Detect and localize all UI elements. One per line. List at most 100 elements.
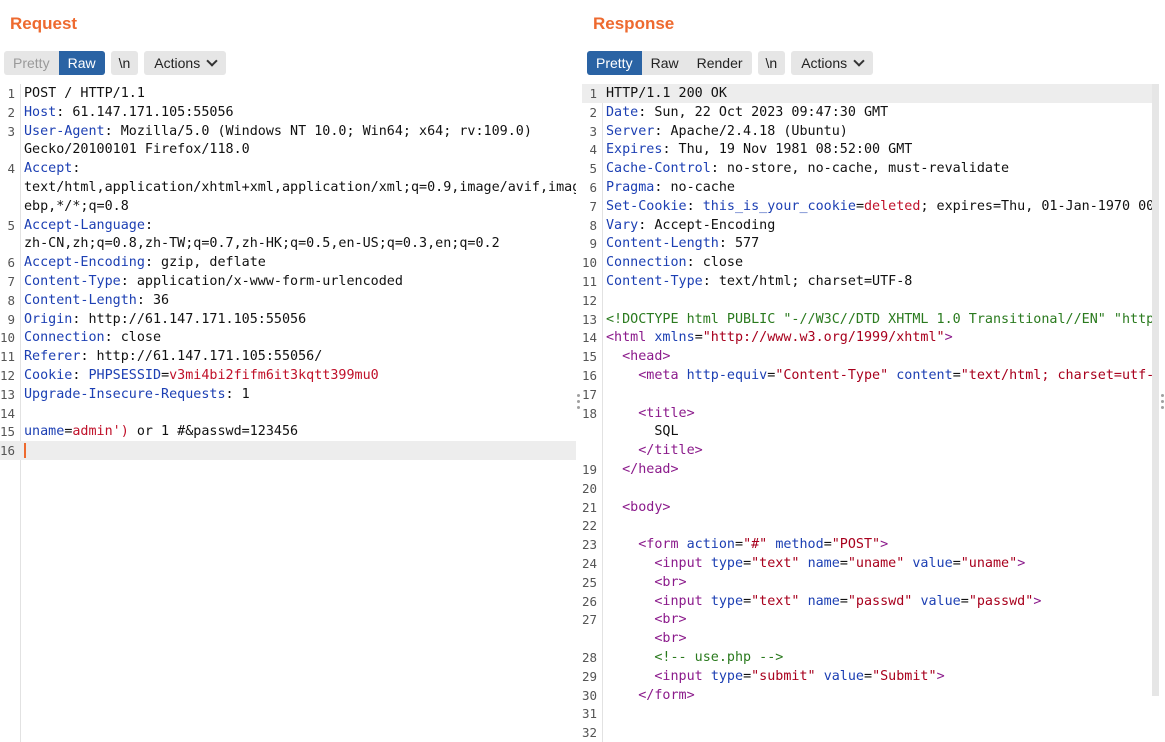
response-code-line: 17 <box>582 385 1152 404</box>
line-number: 26 <box>582 593 598 609</box>
code-token: </form> <box>638 687 695 703</box>
code-token: : <box>686 198 703 214</box>
line-number: 27 <box>582 612 598 628</box>
line-number: 7 <box>589 198 597 214</box>
response-code-line: 23 <form action="#" method="POST"> <box>582 535 1152 554</box>
code-token: = <box>735 537 744 553</box>
line-number: 9 <box>7 311 15 327</box>
code-token: "submit" <box>751 668 816 684</box>
code-token: = <box>743 556 752 571</box>
code-token: Accept-Encoding <box>24 255 145 271</box>
line-number: 6 <box>7 255 15 271</box>
response-code-line: 10 Connection: close <box>582 253 1152 272</box>
line-content: zh-CN,zh;q=0.8,zh-TW;q=0.7,zh-HK;q=0.5,e… <box>24 234 576 253</box>
line-number: 15 <box>0 424 16 440</box>
line-number: 8 <box>589 217 597 233</box>
code-token: deleted <box>864 198 921 214</box>
response-actions-button[interactable]: Actions <box>791 51 874 75</box>
code-token: > <box>1017 556 1026 571</box>
line-number: 10 <box>0 330 16 346</box>
request-code-line: Gecko/20100101 Firefox/118.0 <box>0 140 576 159</box>
code-token: uname <box>24 424 65 440</box>
response-code-line: 20 <box>582 479 1152 498</box>
response-actions-label: Actions <box>801 55 848 71</box>
response-tab-raw[interactable]: Raw <box>642 51 688 75</box>
text-cursor <box>24 442 26 458</box>
code-token: <input <box>654 593 711 609</box>
line-content: Content-Type: application/x-www-form-url… <box>24 272 576 291</box>
line-content: User-Agent: Mozilla/5.0 (Windows NT 10.0… <box>24 122 576 141</box>
side-panel-grip-icon[interactable] <box>1161 394 1164 412</box>
line-number: 22 <box>582 518 598 534</box>
code-token: : gzip, deflate <box>144 255 266 271</box>
code-token: Content-Length <box>606 236 719 252</box>
line-content: Host: 61.147.171.105:55056 <box>24 103 576 122</box>
line-number: 16 <box>582 368 598 383</box>
response-scrollbar[interactable] <box>1152 84 1159 696</box>
code-token: text/html,application/xhtml+xml,applicat… <box>24 180 576 195</box>
line-number: 12 <box>0 368 16 383</box>
code-token: name <box>807 593 840 609</box>
code-token: = <box>960 593 969 609</box>
response-view-tabs: Pretty Raw Render <box>587 51 752 75</box>
request-toolbar: Pretty Raw \n Actions <box>4 51 232 75</box>
line-number: 30 <box>582 687 598 703</box>
request-tab-pretty[interactable]: Pretty <box>4 51 59 75</box>
request-code-line: 11 Referer: http://61.147.171.105:55056/ <box>0 347 576 366</box>
code-token: action <box>686 537 735 553</box>
line-number: 3 <box>589 123 597 139</box>
request-actions-button[interactable]: Actions <box>144 51 227 75</box>
line-number: 29 <box>582 668 598 684</box>
request-newline-toggle[interactable]: \n <box>110 51 139 75</box>
line-number: 1 <box>589 86 597 101</box>
code-token: : 36 <box>136 292 170 308</box>
line-content: Referer: http://61.147.171.105:55056/ <box>24 347 576 366</box>
code-token: type <box>710 593 744 609</box>
response-code-line: 13 <!DOCTYPE html PUBLIC "-//W3C//DTD XHT… <box>582 310 1152 329</box>
line-number: 1 <box>7 86 15 101</box>
response-code-line: 19 </head> <box>582 460 1152 479</box>
response-editor[interactable]: 1 HTTP/1.1 200 OK 2 Date: Sun, 22 Oct 2023 … <box>582 84 1152 742</box>
request-code-line: 4 Accept: <box>0 159 576 178</box>
line-content: </form> <box>606 686 1152 705</box>
code-token: or 1 #&passwd=123456 <box>128 424 299 440</box>
code-token: POST / HTTP/1.1 <box>24 86 145 101</box>
line-number: 12 <box>582 292 598 308</box>
line-number: 4 <box>7 161 15 177</box>
response-code-line: 7 Set-Cookie: this_is_your_cookie=deleted… <box>582 197 1152 216</box>
code-token: Origin <box>24 311 73 327</box>
line-number: 5 <box>7 217 15 233</box>
response-code-line: 1 HTTP/1.1 200 OK <box>582 84 1152 103</box>
line-content: Content-Type: text/html; charset=UTF-8 <box>606 272 1152 291</box>
code-token: = <box>694 330 703 346</box>
line-content: <br> <box>606 629 1152 648</box>
code-token: Referer <box>24 349 81 365</box>
request-editor[interactable]: 1 POST / HTTP/1.1 2 Host: 61.147.171.105:55… <box>0 84 576 742</box>
code-token: <body> <box>622 499 671 515</box>
response-code-line: 9 Content-Length: 577 <box>582 234 1152 253</box>
line-number: 19 <box>582 462 598 477</box>
request-code-line: 15 uname=admin') or 1 #&passwd=123456 <box>0 422 576 441</box>
response-tab-pretty[interactable]: Pretty <box>587 51 642 75</box>
request-actions-label: Actions <box>154 55 201 71</box>
response-newline-toggle[interactable]: \n <box>757 51 786 75</box>
response-code-line: 16 <meta http-equiv = "Content-Type" conte… <box>582 366 1152 385</box>
line-content: Connection: close <box>606 253 1152 272</box>
request-tab-raw[interactable]: Raw <box>58 51 105 75</box>
request-code-line: text/html,application/xhtml+xml,applicat… <box>0 178 576 197</box>
line-content: Accept-Language: <box>24 216 576 235</box>
code-token: Date <box>606 104 639 120</box>
line-number: 18 <box>582 405 598 421</box>
code-token: <form <box>638 537 687 553</box>
line-number: 3 <box>7 123 15 139</box>
response-tab-render[interactable]: Render <box>688 51 752 75</box>
code-token: Server <box>606 123 655 139</box>
code-token: : no-store, no-cache, must-revalidate <box>710 161 1010 177</box>
line-number: 20 <box>582 480 598 496</box>
